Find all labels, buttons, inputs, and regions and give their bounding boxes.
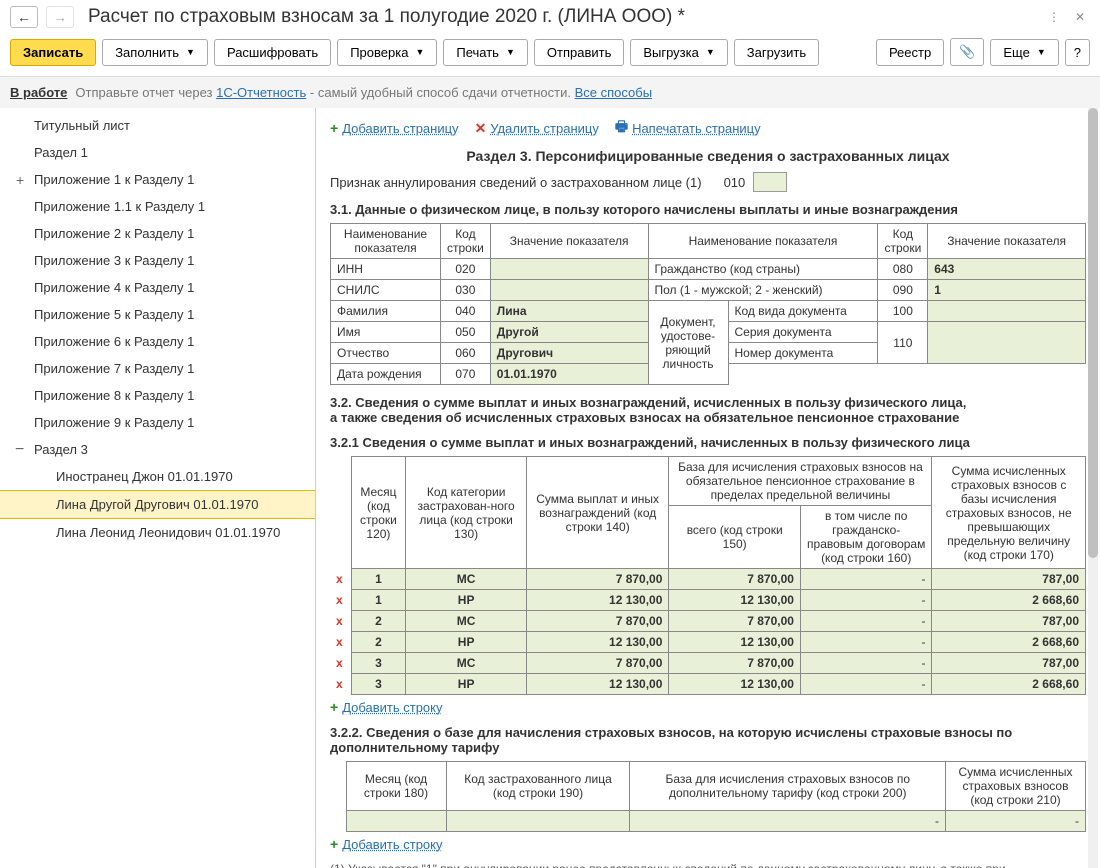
nav-section-3[interactable]: Раздел 3	[0, 436, 315, 463]
info-link-1c[interactable]: 1С-Отчетность	[216, 85, 306, 100]
delete-row-button[interactable]: x	[330, 611, 351, 632]
delete-page-link[interactable]: Удалить страницу	[490, 121, 599, 136]
nav-app-7[interactable]: Приложение 7 к Разделу 1	[0, 355, 315, 382]
plus-icon: +	[330, 120, 338, 136]
scrollbar[interactable]	[1088, 108, 1098, 868]
s31-title: 3.1. Данные о физическом лице, в пользу …	[330, 202, 1086, 217]
delete-row-button[interactable]: x	[330, 674, 351, 695]
paperclip-icon: 📎	[959, 44, 975, 60]
table-row: x3МС7 870,007 870,00-787,00	[330, 653, 1086, 674]
status-label: В работе	[10, 85, 67, 100]
help-button[interactable]: ?	[1065, 39, 1090, 66]
import-button[interactable]: Загрузить	[734, 39, 819, 66]
birth-input[interactable]: 01.01.1970	[490, 364, 648, 385]
nav-person-1[interactable]: Иностранец Джон 01.01.1970	[0, 463, 315, 490]
nav-app-9[interactable]: Приложение 9 к Разделу 1	[0, 409, 315, 436]
print-page-link[interactable]: Напечатать страницу	[632, 121, 761, 136]
chevron-down-icon: ▼	[415, 47, 424, 57]
table-row: x1МС7 870,007 870,00-787,00	[330, 569, 1086, 590]
nav-app-2[interactable]: Приложение 2 к Разделу 1	[0, 220, 315, 247]
fill-button[interactable]: Заполнить▼	[102, 39, 208, 66]
docser-input[interactable]	[928, 322, 1086, 364]
table-row: --	[330, 811, 1086, 832]
add-page-link[interactable]: Добавить страницу	[342, 121, 458, 136]
nav-forward-button[interactable]: →	[46, 6, 74, 28]
table-row: x2НР12 130,0012 130,00-2 668,60	[330, 632, 1086, 653]
s322-title: 3.2.2. Сведения о базе для начисления ст…	[330, 725, 1086, 755]
table-31: Наименование показателя Код строки Значе…	[330, 223, 1086, 385]
decode-button[interactable]: Расшифровать	[214, 39, 331, 66]
s32-title: 3.2. Сведения о сумме выплат и иных возн…	[330, 395, 1086, 425]
delete-row-button[interactable]: x	[330, 632, 351, 653]
more-button[interactable]: Еще▼	[990, 39, 1058, 66]
x-icon: ✕	[475, 120, 487, 137]
chevron-down-icon: ▼	[186, 47, 195, 57]
delete-row-button[interactable]: x	[330, 590, 351, 611]
add-row-322-link[interactable]: Добавить строку	[342, 837, 442, 852]
nav-app-5[interactable]: Приложение 5 к Разделу 1	[0, 301, 315, 328]
nav-title-page[interactable]: Титульный лист	[0, 112, 315, 139]
info-text: Отправьте отчет через 1С-Отчетность - са…	[75, 85, 652, 100]
close-icon[interactable]: ✕	[1070, 7, 1090, 27]
nav-section-1[interactable]: Раздел 1	[0, 139, 315, 166]
attach-button[interactable]: 📎	[950, 38, 984, 66]
snils-input[interactable]	[490, 280, 648, 301]
nav-back-button[interactable]: ←	[10, 6, 38, 28]
send-button[interactable]: Отправить	[534, 39, 624, 66]
plus-icon: +	[330, 836, 338, 852]
table-321: Месяц (код строки 120) Код категории зас…	[330, 456, 1086, 695]
nav-app-8[interactable]: Приложение 8 к Разделу 1	[0, 382, 315, 409]
annul-label: Признак аннулирования сведений о застрах…	[330, 175, 702, 190]
footnote: (1) Указывается "1" при аннулировании ра…	[330, 862, 1086, 868]
info-link-all[interactable]: Все способы	[575, 85, 652, 100]
plus-icon: +	[330, 699, 338, 715]
nav-app-3[interactable]: Приложение 3 к Разделу 1	[0, 247, 315, 274]
table-row: x1НР12 130,0012 130,00-2 668,60	[330, 590, 1086, 611]
printer-icon: 🖶	[615, 116, 628, 140]
chevron-down-icon: ▼	[706, 47, 715, 57]
nav-app-6[interactable]: Приложение 6 к Разделу 1	[0, 328, 315, 355]
dockind-input[interactable]	[928, 301, 1086, 322]
kebab-icon[interactable]: ⋮	[1044, 7, 1064, 27]
add-row-321-link[interactable]: Добавить строку	[342, 700, 442, 715]
nav-person-3[interactable]: Лина Леонид Леонидович 01.01.1970	[0, 519, 315, 546]
citizen-input[interactable]: 643	[928, 259, 1086, 280]
window-title: Расчет по страховым взносам за 1 полугод…	[88, 6, 1036, 28]
name-input[interactable]: Другой	[490, 322, 648, 343]
export-button[interactable]: Выгрузка▼	[630, 39, 727, 66]
chevron-down-icon: ▼	[1037, 47, 1046, 57]
otch-input[interactable]: Другович	[490, 343, 648, 364]
nav-person-2[interactable]: Лина Другой Другович 01.01.1970	[0, 490, 315, 519]
nav-app-4[interactable]: Приложение 4 к Разделу 1	[0, 274, 315, 301]
s321-title: 3.2.1 Сведения о сумме выплат и иных воз…	[330, 435, 1086, 450]
fam-input[interactable]: Лина	[490, 301, 648, 322]
navigation-sidebar: Титульный лист Раздел 1 Приложение 1 к Р…	[0, 108, 316, 868]
delete-row-button[interactable]: x	[330, 569, 351, 590]
table-row: x3НР12 130,0012 130,00-2 668,60	[330, 674, 1086, 695]
nav-app-1-1[interactable]: Приложение 1.1 к Разделу 1	[0, 193, 315, 220]
registry-button[interactable]: Реестр	[876, 39, 944, 66]
sex-input[interactable]: 1	[928, 280, 1086, 301]
delete-row-button[interactable]: x	[330, 653, 351, 674]
table-322: Месяц (код строки 180) Код застрахованно…	[330, 761, 1086, 832]
annul-code: 010	[724, 175, 746, 190]
check-button[interactable]: Проверка▼	[337, 39, 437, 66]
annul-input[interactable]	[753, 172, 787, 192]
nav-app-1[interactable]: Приложение 1 к Разделу 1	[0, 166, 315, 193]
write-button[interactable]: Записать	[10, 39, 96, 66]
table-row: x2МС7 870,007 870,00-787,00	[330, 611, 1086, 632]
inn-input[interactable]	[490, 259, 648, 280]
section-title: Раздел 3. Персонифицированные сведения о…	[330, 148, 1086, 164]
print-button[interactable]: Печать▼	[443, 39, 528, 66]
chevron-down-icon: ▼	[506, 47, 515, 57]
